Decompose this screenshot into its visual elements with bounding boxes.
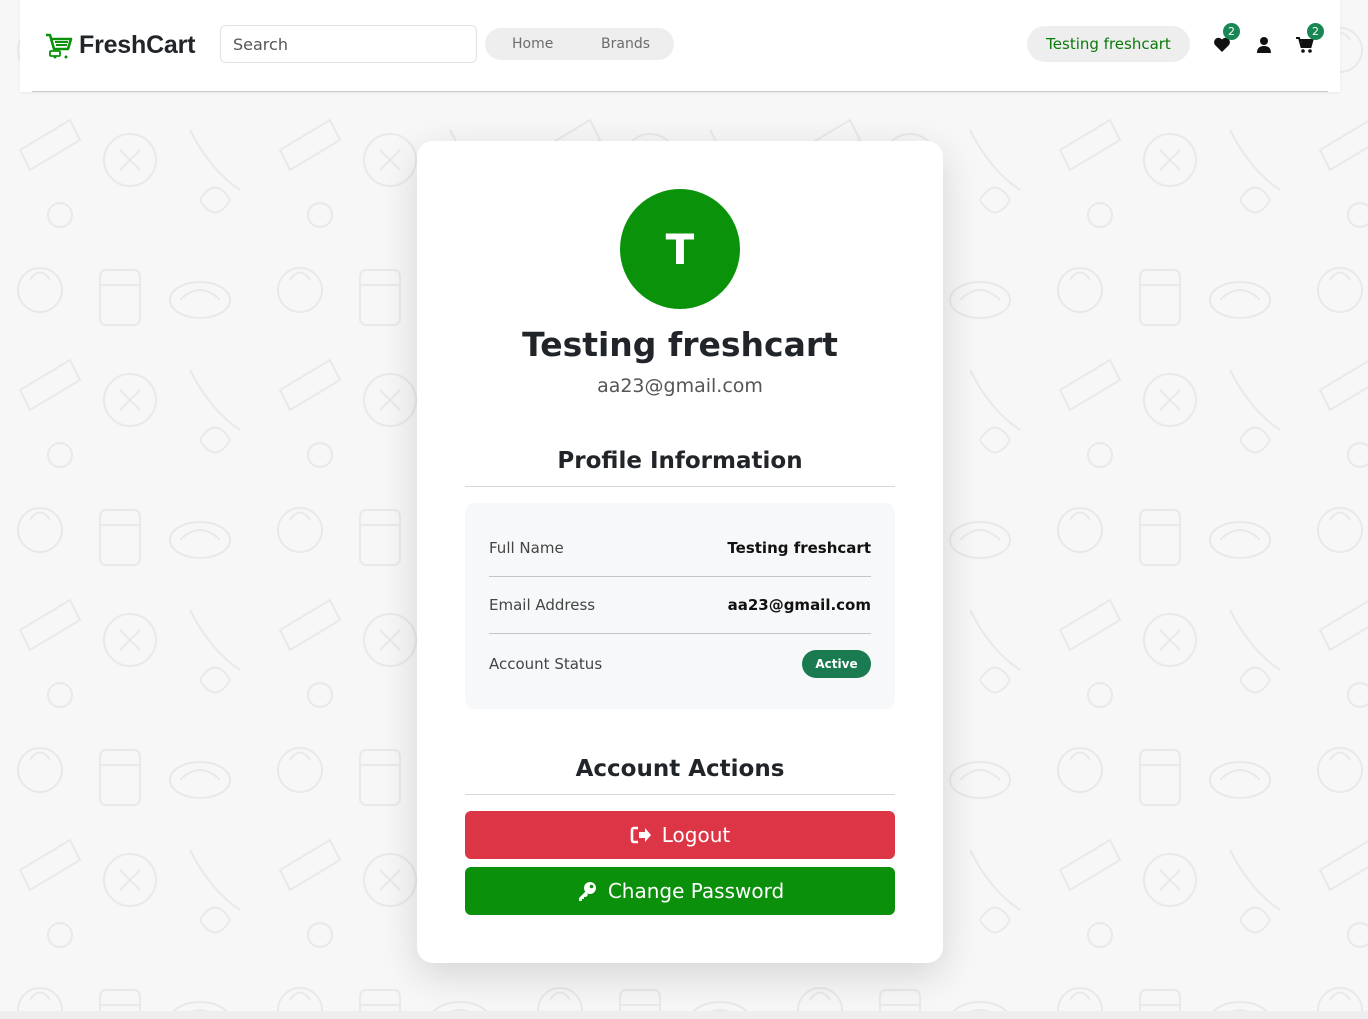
info-row-full-name: Full Name Testing freshcart bbox=[489, 519, 871, 577]
section-divider bbox=[465, 486, 895, 487]
info-row-email: Email Address aa23@gmail.com bbox=[489, 576, 871, 634]
nav-links: Home Brands bbox=[485, 28, 674, 60]
logout-label: Logout bbox=[661, 823, 731, 847]
navbar-divider bbox=[32, 91, 1328, 92]
footer-strip bbox=[0, 1011, 1368, 1019]
profile-email: aa23@gmail.com bbox=[597, 375, 763, 397]
section-divider bbox=[465, 794, 895, 795]
account-actions-heading: Account Actions bbox=[575, 756, 785, 782]
info-label: Email Address bbox=[489, 595, 596, 614]
cart-count-badge: 2 bbox=[1307, 23, 1324, 40]
info-label: Account Status bbox=[489, 654, 603, 673]
brand-name: FreshCart bbox=[79, 30, 196, 59]
status-badge: Active bbox=[802, 649, 871, 678]
user-icon[interactable] bbox=[1254, 35, 1274, 55]
user-name-pill[interactable]: Testing freshcart bbox=[1027, 26, 1190, 62]
info-value: aa23@gmail.com bbox=[727, 595, 871, 614]
profile-info-box: Full Name Testing freshcart Email Addres… bbox=[465, 503, 895, 709]
change-password-label: Change Password bbox=[607, 879, 785, 903]
change-password-button[interactable]: Change Password bbox=[465, 867, 895, 915]
profile-name: Testing freshcart bbox=[522, 325, 838, 364]
nav-brands-link[interactable]: Brands bbox=[601, 36, 650, 52]
logout-button[interactable]: Logout bbox=[465, 811, 895, 859]
navbar: FreshCart Home Brands Testing freshcart … bbox=[20, 0, 1340, 92]
info-label: Full Name bbox=[489, 538, 564, 557]
avatar: T bbox=[620, 189, 740, 309]
nav-home-link[interactable]: Home bbox=[512, 36, 553, 52]
key-icon bbox=[578, 882, 596, 901]
profile-card: T Testing freshcart aa23@gmail.com Profi… bbox=[417, 141, 943, 963]
cart-logo-icon bbox=[46, 33, 73, 59]
wishlist-count-badge: 2 bbox=[1223, 23, 1240, 40]
search-input[interactable] bbox=[220, 25, 477, 63]
profile-information-heading: Profile Information bbox=[557, 448, 803, 474]
brand-logo[interactable]: FreshCart bbox=[44, 30, 195, 60]
info-value: Testing freshcart bbox=[727, 538, 871, 557]
sign-out-icon bbox=[630, 826, 651, 844]
info-row-account-status: Account Status Active bbox=[489, 635, 871, 692]
